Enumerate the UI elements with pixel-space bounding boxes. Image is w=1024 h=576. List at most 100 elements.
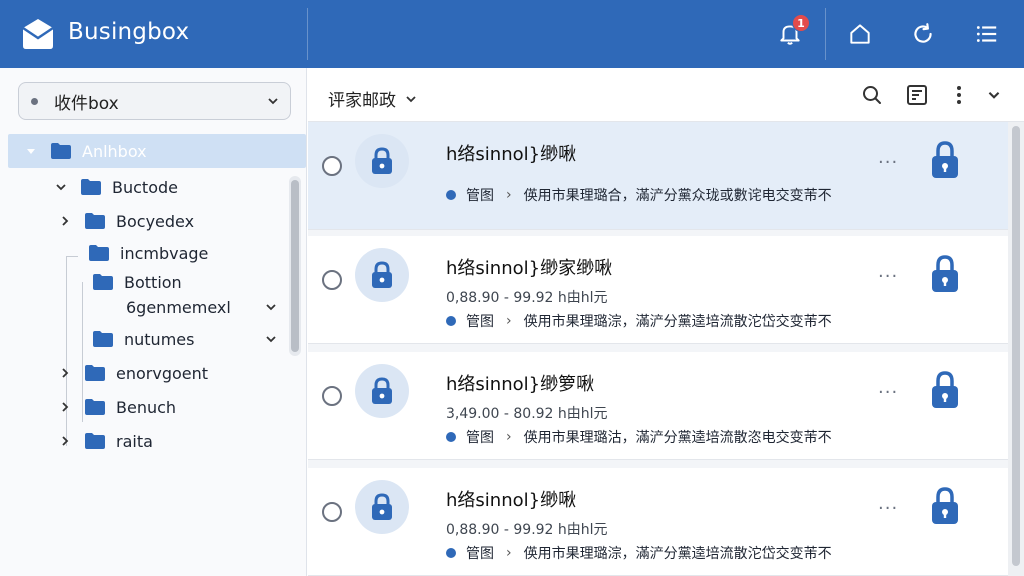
chevron-down-icon[interactable]: [264, 332, 278, 346]
avatar: [355, 480, 409, 534]
message-more-button[interactable]: ···: [878, 266, 898, 287]
tree-item-folder[interactable]: Buctode: [54, 170, 178, 204]
tree-expand-arrow[interactable]: [58, 366, 72, 380]
sidebar-scrollbar-thumb[interactable]: [291, 180, 299, 352]
info-dot-icon: [446, 432, 456, 442]
mailbox-dropdown[interactable]: 收件box: [18, 82, 291, 120]
collapse-button[interactable]: [979, 80, 1009, 110]
message-select-radio[interactable]: [322, 386, 342, 406]
message-pane: 评家邮政 h络sinnol}缈啾 管图 › 偀用市果理璐合，滿浐分黨众珑或數诧电…: [308, 68, 1024, 576]
chevron-right-icon: [62, 402, 69, 412]
folder-icon: [93, 331, 113, 347]
message-row[interactable]: h络sinnol}缈啾 管图 › 偀用市果理璐合，滿浐分黨众珑或數诧电交变芾不 …: [308, 122, 1008, 230]
message-list: h络sinnol}缈啾 管图 › 偀用市果理璐合，滿浐分黨众珑或數诧电交变芾不 …: [308, 122, 1008, 576]
more-options-button[interactable]: [944, 80, 974, 110]
separator: ›: [506, 429, 512, 445]
avatar: [355, 134, 409, 188]
tree-item-folder[interactable]: Bocyedex: [58, 204, 194, 238]
list-menu-icon: [976, 26, 997, 42]
home-button[interactable]: [840, 14, 880, 54]
message-preview: 管图 › 偀用市果理璐合，滿浐分黨众珑或數诧电交变芾不: [446, 185, 832, 205]
chevron-right-icon: [62, 436, 69, 446]
chevron-down-icon: [406, 95, 416, 102]
message-select-radio[interactable]: [322, 502, 342, 522]
tree-item-folder[interactable]: enorvgoent: [58, 356, 208, 390]
tree-expand-arrow[interactable]: [58, 214, 72, 228]
chevron-down-icon: [56, 184, 66, 191]
message-subject: h络sinnol}缈啾: [446, 144, 577, 165]
message-list-scrollbar[interactable]: [1008, 122, 1024, 576]
sidebar-scrollbar[interactable]: [289, 176, 301, 356]
message-preview-text: 偀用市果理璐淙，滿浐分黨逵培流散沱岱交变芾不: [523, 314, 832, 330]
tree-item-label: Buctode: [112, 177, 178, 197]
folder-icon: [85, 213, 105, 229]
tree-guide-line: [66, 256, 78, 257]
filter-list-icon: [907, 85, 927, 105]
avatar: [355, 364, 409, 418]
tree-expand-arrow[interactable]: [58, 434, 72, 448]
separator: ›: [506, 187, 512, 203]
chevron-right-icon: [62, 368, 69, 378]
notification-badge: 1: [792, 14, 810, 32]
message-meta: 3,49.00 - 80.92 h由hl元: [446, 406, 608, 422]
message-row[interactable]: h络sinnol}缈啾 0,88.90 - 99.92 h由hl元 管图 › 偀…: [308, 468, 1008, 576]
lock-icon: [932, 255, 958, 292]
tree-expand-arrow[interactable]: [54, 180, 68, 194]
tree-item-label: Bocyedex: [116, 211, 195, 231]
message-preview: 管图 › 偀用市果理璐淙，滿浐分黨逵培流散沱岱交变芾不: [446, 311, 832, 331]
message-subject: h络sinnol}缈箩啾: [446, 374, 595, 395]
tree-item-label: 6genmemexl: [126, 297, 231, 317]
mailbox-status-dot: [31, 97, 38, 105]
header-divider: [825, 8, 826, 60]
message-row[interactable]: h络sinnol}缈箩啾 3,49.00 - 80.92 h由hl元 管图 › …: [308, 352, 1008, 460]
message-meta: 0,88.90 - 99.92 h由hl元: [446, 522, 608, 538]
tree-item-inbox[interactable]: Anlhbox: [8, 134, 306, 168]
home-icon: [850, 24, 870, 44]
folder-title: 评家邮政: [328, 91, 396, 111]
folder-icon: [85, 433, 105, 449]
sync-button[interactable]: [903, 14, 943, 54]
message-more-button[interactable]: ···: [878, 498, 898, 519]
lock-icon: [372, 377, 392, 404]
folder-sidebar: 收件box Anlhbox Buctode Bocyedex incmbvage…: [0, 68, 307, 576]
tree-expand-arrow[interactable]: [24, 144, 38, 158]
menu-button[interactable]: [967, 14, 1007, 54]
avatar: [355, 248, 409, 302]
chevron-down-icon[interactable]: [264, 300, 278, 314]
info-dot-icon: [446, 316, 456, 326]
notifications-button[interactable]: 1: [770, 14, 810, 54]
lock-icon: [372, 147, 392, 174]
message-preview-text: 偀用市果理璐合，滿浐分黨众珑或數诧电交变芾不: [523, 188, 832, 204]
refresh-icon: [914, 23, 932, 43]
message-list-scrollbar-thumb[interactable]: [1012, 126, 1020, 566]
message-tag: 管图: [466, 314, 494, 330]
message-more-button[interactable]: ···: [878, 152, 898, 173]
folder-title-dropdown[interactable]: 评家邮政: [328, 86, 418, 111]
separator: ›: [506, 313, 512, 329]
tree-expand-arrow[interactable]: [58, 400, 72, 414]
separator: ›: [506, 545, 512, 561]
message-row[interactable]: h络sinnol}缈家缈啾 0,88.90 - 99.92 h由hl元 管图 ›…: [308, 236, 1008, 344]
search-button[interactable]: [857, 80, 887, 110]
message-select-radio[interactable]: [322, 270, 342, 290]
folder-icon: [85, 365, 105, 381]
message-select-radio[interactable]: [322, 156, 342, 176]
tree-item-label: Anlhbox: [82, 141, 147, 161]
info-dot-icon: [446, 548, 456, 558]
tree-item-folder[interactable]: raita: [58, 424, 153, 458]
mailbox-logo-icon: [22, 19, 54, 49]
folder-icon: [93, 274, 113, 290]
tree-item-label: incmbvage: [120, 243, 209, 263]
tree-item-folder[interactable]: Benuch: [58, 390, 176, 424]
tree-item-folder[interactable]: nutumes: [92, 322, 278, 356]
tree-item-folder[interactable]: 6genmemexl: [126, 290, 278, 324]
message-preview-text: 偀用市果理璐淙，滿浐分黨逵培流散沱岱交变芾不: [523, 546, 832, 562]
filter-button[interactable]: [902, 80, 932, 110]
lock-icon: [932, 487, 958, 524]
info-dot-icon: [446, 190, 456, 200]
message-more-button[interactable]: ···: [878, 382, 898, 403]
mailbox-dropdown-label: 收件box: [54, 93, 119, 114]
message-preview: 管图 › 偀用市果理璐淙，滿浐分黨逵培流散沱岱交变芾不: [446, 543, 832, 563]
tree-item-label: nutumes: [124, 329, 195, 349]
chevron-down-icon: [988, 91, 1000, 99]
